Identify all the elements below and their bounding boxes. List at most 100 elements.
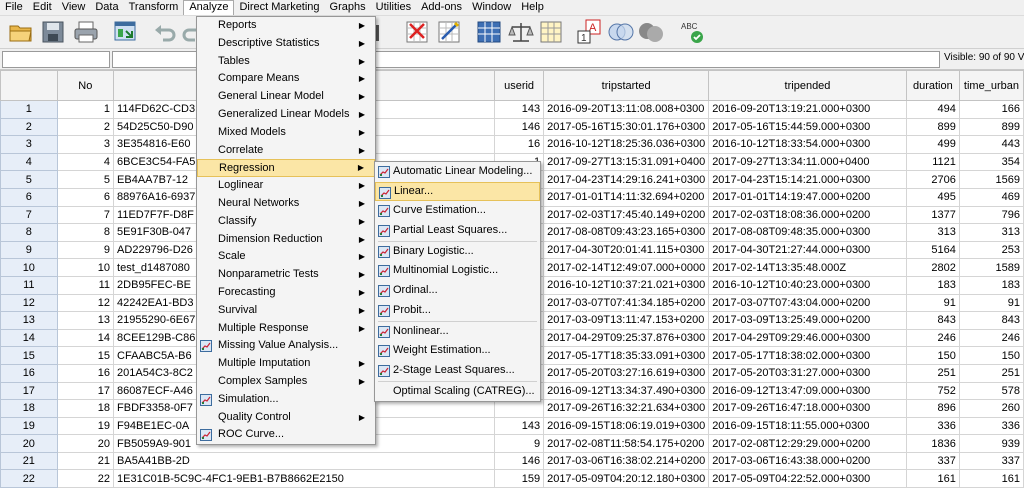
value-labels-icon[interactable]: A1 [576,19,602,45]
cell-tripended[interactable]: 2017-05-20T03:31:27.000+0300 [708,363,907,383]
cell-time-urban[interactable]: 246 [958,328,1024,348]
menu-direct-marketing[interactable]: Direct Marketing [234,0,324,15]
row-number[interactable]: 22 [0,469,58,488]
regression-menu-item-probit[interactable]: Probit... [375,301,540,321]
menu-transform[interactable]: Transform [124,0,184,15]
cell-tripended[interactable]: 2016-10-12T18:33:54.000+0300 [708,135,907,154]
regression-menu-item-optimal-scaling-catreg[interactable]: Optimal Scaling (CATREG)... [375,382,540,402]
column-header-userid[interactable]: userid [494,70,545,101]
analyze-menu-item-survival[interactable]: Survival ▶ [197,302,375,320]
row-number[interactable]: 13 [0,311,58,330]
cell-no[interactable]: 12 [56,293,115,313]
show-all-variables-icon[interactable] [638,19,664,45]
row-number[interactable]: 2 [0,117,58,137]
cell-userid[interactable]: 146 [494,117,545,137]
cell-tripended[interactable]: 2016-09-15T18:11:55.000+0300 [708,416,907,436]
cell-userid[interactable]: 146 [494,451,545,471]
undo-icon[interactable] [152,19,178,45]
row-number[interactable]: 5 [0,170,58,189]
row-number[interactable]: 7 [0,205,58,225]
analyze-menu-item-loglinear[interactable]: Loglinear ▶ [197,177,375,195]
regression-menu-item-weight-estimation[interactable]: Weight Estimation... [375,341,540,361]
cell-tripended[interactable]: 2017-05-16T15:44:59.000+0300 [708,117,907,137]
menu-utilities[interactable]: Utilities [371,0,416,15]
analyze-menu-item-nonparametric-tests[interactable]: Nonparametric Tests ▶ [197,266,375,284]
cell-time-urban[interactable]: 313 [958,223,1024,242]
row-number[interactable]: 19 [0,416,58,436]
cell-duration[interactable]: 2802 [905,258,960,277]
cell-duration[interactable]: 495 [905,187,960,207]
analyze-menu-item-forecasting[interactable]: Forecasting ▶ [197,284,375,302]
cell-tripstarted[interactable]: 2017-04-30T20:01:41.115+0300 [543,240,710,260]
cell-duration[interactable]: 337 [905,451,960,471]
select-cases-icon[interactable] [538,19,564,45]
cell-duration[interactable]: 896 [905,399,960,418]
cell-no[interactable]: 2 [56,117,115,137]
analyze-menu-item-neural-networks[interactable]: Neural Networks ▶ [197,195,375,213]
regression-menu-item-binary-logistic[interactable]: Binary Logistic... [375,242,540,262]
analyze-menu-item-roc-curve[interactable]: ROC Curve... [197,426,375,444]
row-number[interactable]: 10 [0,258,58,277]
cell-tripstarted[interactable]: 2017-02-08T11:58:54.175+0200 [543,434,710,453]
analyze-menu-item-dimension-reduction[interactable]: Dimension Reduction ▶ [197,231,375,249]
column-header-time-urban[interactable]: time_urban [958,70,1024,101]
cell-no[interactable]: 21 [56,451,115,471]
cell-no[interactable]: 15 [56,346,115,365]
cell-tripended[interactable]: 2016-09-20T13:19:21.000+0300 [708,100,907,119]
cell-no[interactable]: 11 [56,275,115,295]
cell-duration[interactable]: 313 [905,223,960,242]
cell-no[interactable]: 19 [56,416,115,436]
cell-time-urban[interactable]: 578 [958,381,1024,401]
cell-time-urban[interactable]: 899 [958,117,1024,137]
cell-duration[interactable]: 494 [905,100,960,119]
cell-id[interactable]: BA5A41BB-2D [113,451,496,471]
cell-tripstarted[interactable]: 2016-09-12T13:34:37.490+0300 [543,381,710,401]
cell-tripended[interactable]: 2017-02-14T13:35:48.000Z [708,258,907,277]
cell-no[interactable]: 13 [56,311,115,330]
cell-no[interactable]: 10 [56,258,115,277]
cell-tripstarted[interactable]: 2017-05-17T18:35:33.091+0300 [543,346,710,365]
analyze-menu-item-classify[interactable]: Classify ▶ [197,213,375,231]
analyze-menu-item-generalized-linear-models[interactable]: Generalized Linear Models ▶ [197,106,375,124]
analyze-menu-item-missing-value-analysis[interactable]: Missing Value Analysis... [197,337,375,355]
cell-no[interactable]: 16 [56,363,115,383]
cell-tripstarted[interactable]: 2017-03-09T13:11:47.153+0200 [543,311,710,330]
cell-tripstarted[interactable]: 2017-03-07T07:41:34.185+0200 [543,293,710,313]
cell-duration[interactable]: 336 [905,416,960,436]
cell-tripended[interactable]: 2017-09-26T16:47:18.000+0300 [708,399,907,418]
cell-duration[interactable]: 1377 [905,205,960,225]
analyze-menu-item-compare-means[interactable]: Compare Means ▶ [197,70,375,88]
cell-time-urban[interactable]: 469 [958,187,1024,207]
open-icon[interactable] [8,19,34,45]
weight-cases-icon[interactable] [508,19,534,45]
analyze-menu-item-scale[interactable]: Scale ▶ [197,248,375,266]
cell-tripstarted[interactable]: 2017-04-23T14:29:16.241+0300 [543,170,710,189]
cell-duration[interactable]: 1121 [905,152,960,172]
cell-no[interactable]: 14 [56,328,115,348]
cell-no[interactable]: 1 [56,100,115,119]
cell-time-urban[interactable]: 796 [958,205,1024,225]
cell-reference-field[interactable] [2,51,110,68]
cell-duration[interactable]: 251 [905,363,960,383]
cell-tripstarted[interactable]: 2017-05-16T15:30:01.176+0300 [543,117,710,137]
regression-menu-item-nonlinear[interactable]: Nonlinear... [375,322,540,342]
cell-time-urban[interactable]: 843 [958,311,1024,330]
cell-time-urban[interactable]: 443 [958,135,1024,154]
corner-header[interactable] [0,70,58,101]
cell-duration[interactable]: 2706 [905,170,960,189]
cell-no[interactable]: 8 [56,223,115,242]
cell-tripstarted[interactable]: 2017-09-26T16:32:21.634+0300 [543,399,710,418]
cell-no[interactable]: 7 [56,205,115,225]
save-icon[interactable] [40,19,66,45]
recall-dialog-icon[interactable] [112,19,138,45]
use-sets-icon[interactable] [608,19,634,45]
cell-time-urban[interactable]: 336 [958,416,1024,436]
cell-tripended[interactable]: 2017-09-27T13:34:11.000+0400 [708,152,907,172]
analyze-menu-item-simulation[interactable]: Simulation... [197,391,375,409]
row-number[interactable]: 16 [0,363,58,383]
cell-userid[interactable]: 143 [494,100,545,119]
cell-time-urban[interactable]: 183 [958,275,1024,295]
cell-tripstarted[interactable]: 2017-08-08T09:43:23.165+0300 [543,223,710,242]
cell-no[interactable]: 20 [56,434,115,453]
column-header-tripstarted[interactable]: tripstarted [543,70,710,101]
